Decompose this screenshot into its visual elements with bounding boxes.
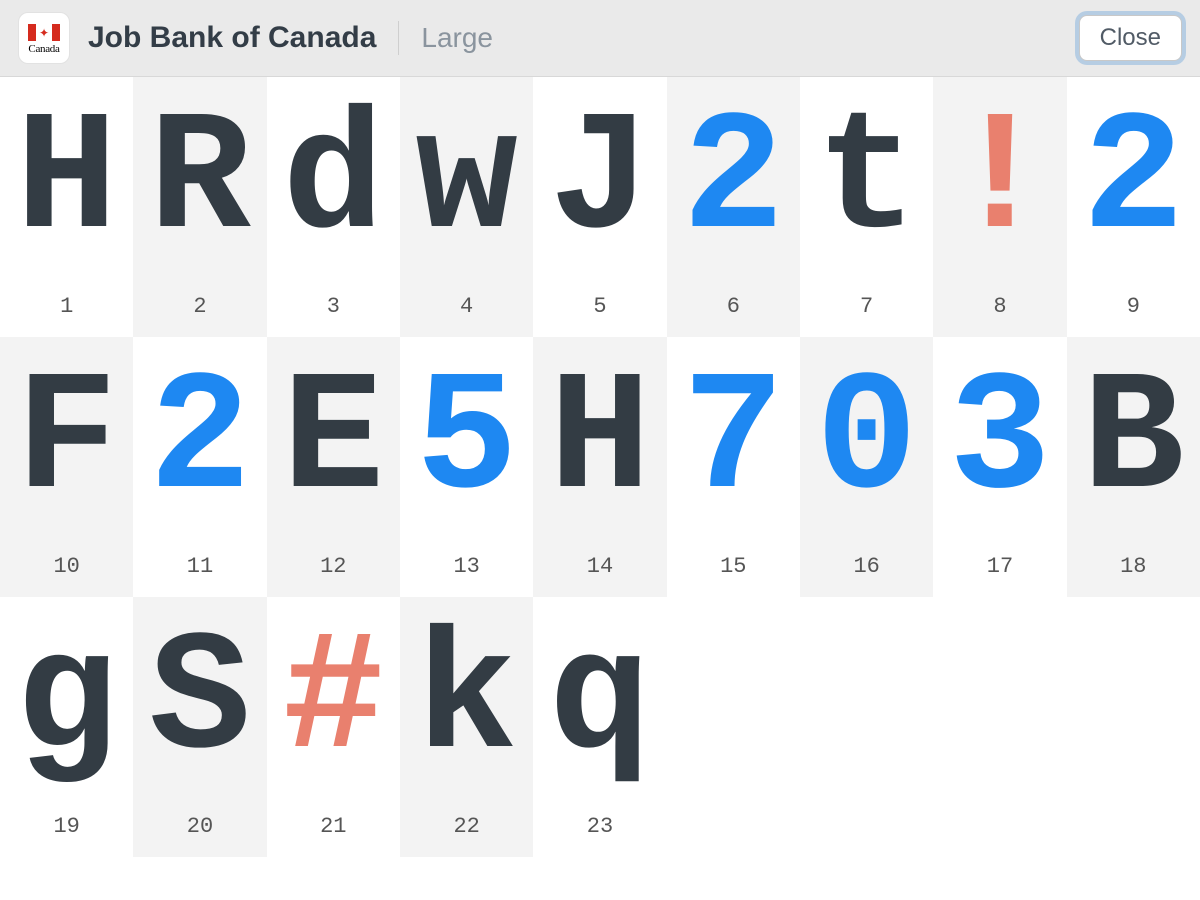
char-cell: 0 16 [800,337,933,597]
char-index: 7 [860,294,873,319]
char-glyph: E [282,357,384,527]
char-glyph: 2 [1082,97,1184,267]
char-glyph: # [282,617,384,787]
char-index: 17 [987,554,1013,579]
char-cell: 29 [1067,77,1200,337]
char-glyph: 2 [149,357,251,527]
char-index: 13 [453,554,479,579]
char-glyph: 2 [682,97,784,267]
char-glyph: H [16,97,118,267]
char-index: 3 [327,294,340,319]
char-glyph: q [549,617,651,787]
char-glyph: S [149,617,251,787]
char-glyph: B [1082,357,1184,527]
char-index: 12 [320,554,346,579]
header-bar: ✦ Canada Job Bank of Canada Large Close [0,0,1200,77]
char-cell: 2 11 [133,337,266,597]
char-index: 15 [720,554,746,579]
char-cell: 26 [667,77,800,337]
char-index: 4 [460,294,473,319]
char-index: 5 [593,294,606,319]
char-glyph: ! [949,97,1051,267]
char-glyph: J [549,97,651,267]
char-index: 8 [993,294,1006,319]
char-index: 2 [193,294,206,319]
char-cell: R2 [133,77,266,337]
char-cell: g 19 [0,597,133,857]
char-index: 18 [1120,554,1146,579]
char-cell: J5 [533,77,666,337]
char-index: 16 [853,554,879,579]
char-glyph: H [549,357,651,527]
char-index: 21 [320,814,346,839]
char-cell: 7 15 [667,337,800,597]
char-cell: d3 [267,77,400,337]
char-glyph: 7 [682,357,784,527]
char-cell: H 14 [533,337,666,597]
char-index: 9 [1127,294,1140,319]
char-cell: 5 13 [400,337,533,597]
char-glyph: 5 [416,357,518,527]
char-index: 22 [453,814,479,839]
char-glyph: g [16,617,118,787]
char-index: 14 [587,554,613,579]
char-cell: E 12 [267,337,400,597]
char-index: 1 [60,294,73,319]
size-label: Large [421,22,493,54]
char-index: 20 [187,814,213,839]
canada-wordmark: Canada [28,43,59,55]
title-divider [398,21,399,55]
char-index: 11 [187,554,213,579]
char-cell: q 23 [533,597,666,857]
char-cell: k 22 [400,597,533,857]
char-glyph: 3 [949,357,1051,527]
char-cell: w4 [400,77,533,337]
char-glyph: R [149,97,251,267]
char-index: 23 [587,814,613,839]
char-cell: B 18 [1067,337,1200,597]
page-title: Job Bank of Canada [88,21,376,55]
char-glyph: t [816,97,918,267]
char-cell: H1 [0,77,133,337]
char-cell: S 20 [133,597,266,857]
char-index: 10 [53,554,79,579]
app-icon: ✦ Canada [18,12,70,64]
char-index: 19 [53,814,79,839]
canada-flag-icon: ✦ [28,24,60,41]
char-cell: F 10 [0,337,133,597]
close-button[interactable]: Close [1079,15,1182,61]
char-glyph: F [16,357,118,527]
char-index: 6 [727,294,740,319]
char-glyph: k [416,617,518,787]
char-glyph: 0 [816,357,918,527]
char-glyph: w [416,97,518,267]
char-glyph: d [282,97,384,267]
char-cell: #21 [267,597,400,857]
char-cell: 3 17 [933,337,1066,597]
char-cell: t7 [800,77,933,337]
password-character-grid: H1R2d3w4J526t7!829F10211E12513H147150163… [0,77,1200,857]
char-cell: !8 [933,77,1066,337]
